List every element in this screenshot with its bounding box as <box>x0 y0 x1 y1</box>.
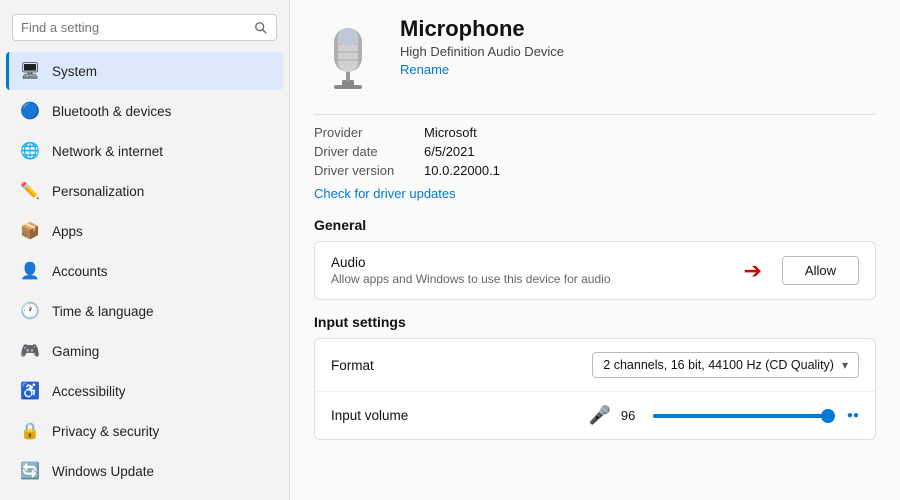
sidebar-item-label: Bluetooth & devices <box>52 104 171 119</box>
sidebar-item-update[interactable]: 🔄 Windows Update <box>6 452 283 490</box>
provider-value: Microsoft <box>424 125 477 140</box>
volume-label: Input volume <box>331 408 588 423</box>
sidebar-item-label: Time & language <box>52 304 154 319</box>
device-header: Microphone High Definition Audio Device … <box>314 16 876 96</box>
sidebar-item-accounts[interactable]: 👤 Accounts <box>6 252 283 290</box>
device-subtitle: High Definition Audio Device <box>400 44 564 59</box>
sidebar-item-label: System <box>52 64 97 79</box>
arrow-right-icon: ➔ <box>743 258 761 284</box>
sidebar-item-system[interactable]: 🖥 System <box>6 52 283 90</box>
audio-title: Audio <box>331 255 743 270</box>
search-input[interactable] <box>21 20 254 35</box>
rename-link[interactable]: Rename <box>400 62 449 77</box>
search-box[interactable] <box>12 14 277 41</box>
general-section-title: General <box>314 217 876 233</box>
volume-controls: 🎤 96 ●● <box>588 405 859 426</box>
privacy-icon: 🔒 <box>20 421 40 441</box>
sidebar-item-network[interactable]: 🌐 Network & internet <box>6 132 283 170</box>
microphone-icon-wrap <box>314 16 382 96</box>
volume-row: Input volume 🎤 96 ●● <box>315 392 875 439</box>
allow-button[interactable]: Allow <box>782 256 859 285</box>
version-label: Driver version <box>314 163 424 178</box>
date-row: Driver date 6/5/2021 <box>314 144 876 159</box>
sidebar-item-label: Personalization <box>52 184 144 199</box>
slider-thumb[interactable] <box>821 409 835 423</box>
general-card: Audio Allow apps and Windows to use this… <box>314 241 876 300</box>
date-label: Driver date <box>314 144 424 159</box>
sidebar-item-time[interactable]: 🕐 Time & language <box>6 292 283 330</box>
sidebar-item-gaming[interactable]: 🎮 Gaming <box>6 332 283 370</box>
version-row: Driver version 10.0.22000.1 <box>314 163 876 178</box>
input-settings-title: Input settings <box>314 314 876 330</box>
date-value: 6/5/2021 <box>424 144 475 159</box>
search-icon <box>254 21 268 35</box>
audio-info: Audio Allow apps and Windows to use this… <box>331 255 743 286</box>
check-driver-link[interactable]: Check for driver updates <box>314 186 456 201</box>
bluetooth-icon: 🔵 <box>20 101 40 121</box>
version-value: 10.0.22000.1 <box>424 163 500 178</box>
sidebar-item-label: Network & internet <box>52 144 163 159</box>
slider-dots: ●● <box>847 410 859 421</box>
slider-fill <box>653 414 826 418</box>
sidebar-item-label: Accounts <box>52 264 108 279</box>
personalization-icon: ✏️ <box>20 181 40 201</box>
format-label: Format <box>331 358 592 373</box>
time-icon: 🕐 <box>20 301 40 321</box>
volume-slider[interactable] <box>653 414 833 418</box>
driver-info: Provider Microsoft Driver date 6/5/2021 … <box>314 114 876 203</box>
system-icon: 🖥 <box>20 61 40 81</box>
mic-small-icon: 🎤 <box>588 405 610 426</box>
format-dropdown[interactable]: 2 channels, 16 bit, 44100 Hz (CD Quality… <box>592 352 859 378</box>
accessibility-icon: ♿ <box>20 381 40 401</box>
sidebar-item-privacy[interactable]: 🔒 Privacy & security <box>6 412 283 450</box>
sidebar-item-label: Windows Update <box>52 464 154 479</box>
sidebar-item-accessibility[interactable]: ♿ Accessibility <box>6 372 283 410</box>
format-value: 2 channels, 16 bit, 44100 Hz (CD Quality… <box>603 358 834 372</box>
format-row: Format 2 channels, 16 bit, 44100 Hz (CD … <box>315 339 875 392</box>
accounts-icon: 👤 <box>20 261 40 281</box>
sidebar: 🖥 System 🔵 Bluetooth & devices 🌐 Network… <box>0 0 290 500</box>
provider-row: Provider Microsoft <box>314 125 876 140</box>
network-icon: 🌐 <box>20 141 40 161</box>
sidebar-item-label: Privacy & security <box>52 424 159 439</box>
update-icon: 🔄 <box>20 461 40 481</box>
chevron-down-icon: ▾ <box>842 358 848 372</box>
sidebar-item-bluetooth[interactable]: 🔵 Bluetooth & devices <box>6 92 283 130</box>
sidebar-item-label: Apps <box>52 224 83 239</box>
audio-row: Audio Allow apps and Windows to use this… <box>315 242 875 299</box>
main-content: Microphone High Definition Audio Device … <box>290 0 900 500</box>
sidebar-item-label: Accessibility <box>52 384 126 399</box>
sidebar-item-personalization[interactable]: ✏️ Personalization <box>6 172 283 210</box>
device-name: Microphone <box>400 16 564 42</box>
gaming-icon: 🎮 <box>20 341 40 361</box>
provider-label: Provider <box>314 125 424 140</box>
input-settings-card: Format 2 channels, 16 bit, 44100 Hz (CD … <box>314 338 876 440</box>
audio-action: ➔ Allow <box>743 256 859 285</box>
device-info: Microphone High Definition Audio Device … <box>400 16 564 79</box>
audio-desc: Allow apps and Windows to use this devic… <box>331 272 743 286</box>
volume-number: 96 <box>621 408 643 423</box>
sidebar-item-label: Gaming <box>52 344 99 359</box>
microphone-svg-icon <box>320 20 376 92</box>
sidebar-item-apps[interactable]: 📦 Apps <box>6 212 283 250</box>
apps-icon: 📦 <box>20 221 40 241</box>
